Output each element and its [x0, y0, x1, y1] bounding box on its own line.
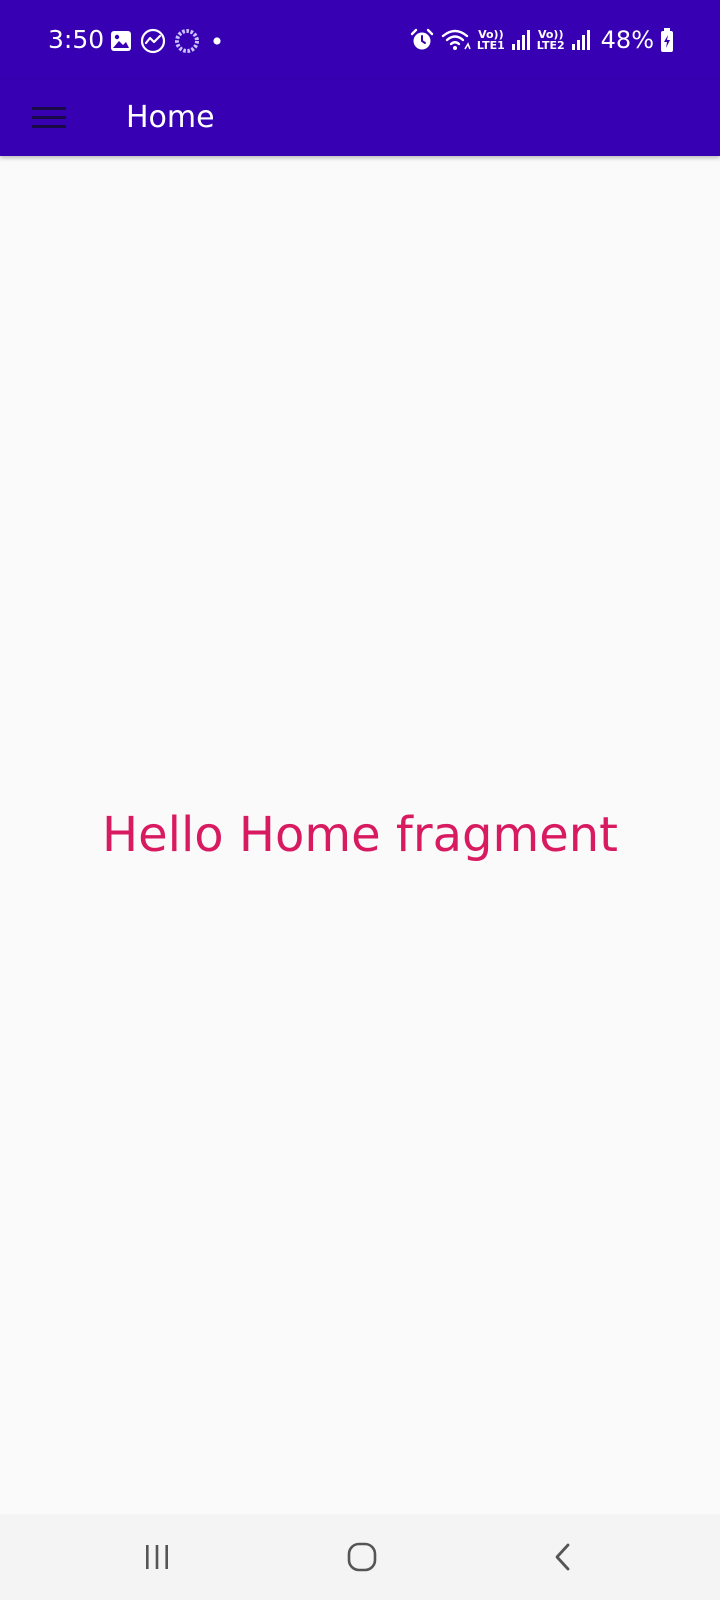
app-toolbar: Home	[0, 80, 720, 156]
sim2-lte: LTE2	[536, 39, 565, 52]
sync-icon	[140, 28, 166, 54]
navigation-bar	[0, 1514, 720, 1600]
hello-message: Hello Home fragment	[102, 807, 618, 863]
home-button[interactable]	[332, 1527, 392, 1587]
status-bar: 3:50 Vo)) LTE1 Vo)) LTE2 48%	[0, 0, 720, 80]
menu-icon	[32, 107, 66, 128]
status-time: 3:50	[48, 25, 105, 54]
battery-percentage: 48%	[600, 26, 654, 54]
recent-apps-button[interactable]	[127, 1527, 187, 1587]
gallery-icon	[111, 31, 131, 51]
alarm-icon	[410, 28, 434, 50]
signal-icon	[511, 30, 530, 50]
menu-button[interactable]	[16, 90, 82, 146]
sim2-label: Vo)) LTE2	[537, 29, 565, 51]
loading-ring-icon	[175, 29, 199, 53]
battery-charging-icon	[661, 28, 673, 52]
home-icon	[347, 1542, 377, 1572]
home-fragment: Hello Home fragment	[0, 156, 720, 1514]
wifi-icon	[441, 29, 471, 50]
notification-dot-icon	[213, 37, 221, 45]
signal-icon	[571, 30, 590, 50]
page-title: Home	[126, 100, 215, 135]
status-right-icons: Vo)) LTE1 Vo)) LTE2 48%	[409, 24, 674, 56]
sim1-lte: LTE1	[476, 39, 505, 52]
back-icon	[555, 1543, 570, 1571]
sim1-label: Vo)) LTE1	[477, 29, 505, 51]
back-button[interactable]	[534, 1527, 594, 1587]
recent-apps-icon	[146, 1545, 168, 1569]
status-left-icons	[110, 28, 226, 54]
